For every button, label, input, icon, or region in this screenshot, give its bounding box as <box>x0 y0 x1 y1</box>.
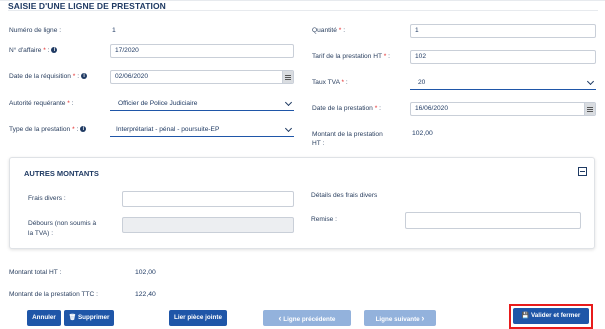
info-icon[interactable]: i <box>81 73 88 79</box>
total-ht-value: 102,00 <box>135 269 156 276</box>
tva-select[interactable]: 20 <box>410 76 596 90</box>
requisition-date-input[interactable]: 02/06/2020 <box>110 70 294 84</box>
calendar-icon[interactable] <box>584 103 595 115</box>
quantite-input[interactable]: 1 <box>410 24 596 38</box>
quantite-label: Quantité * : <box>312 27 346 34</box>
collapse-icon[interactable] <box>578 167 587 176</box>
frais-divers-input[interactable] <box>122 191 294 207</box>
tva-label: Taux TVA * : <box>312 79 348 86</box>
total-ht-label: Montant total HT : <box>9 269 62 276</box>
debours-input <box>122 217 294 233</box>
affaire-input[interactable]: 17/2020 <box>110 44 294 58</box>
title-divider <box>8 10 598 11</box>
montant-ht-value: 102,00 <box>412 130 433 137</box>
line-number-value: 1 <box>112 27 116 34</box>
autres-montants-title: Autres montants <box>24 169 99 178</box>
ligne-precedente-button[interactable]: ‹ Ligne précédente <box>263 310 351 326</box>
lier-piece-jointe-button[interactable]: Lier pièce jointe <box>169 310 227 326</box>
autorite-label: Autorité requérante * : <box>9 100 74 107</box>
highlight-frame <box>509 304 593 329</box>
remise-label: Remise : <box>311 216 338 223</box>
line-number-label: Numéro de ligne : <box>9 27 62 34</box>
montant-ht-label: Montant de la prestation HT : <box>312 131 383 147</box>
debours-label: Débours (non soumis à la TVA) : <box>28 220 97 237</box>
date-prestation-label: Date de la prestation * : <box>312 105 381 112</box>
chevron-down-icon <box>284 98 293 107</box>
type-prestation-label: Type de la prestation * :i <box>9 126 87 133</box>
calendar-icon[interactable] <box>282 71 293 83</box>
details-frais-label: Détails des frais divers <box>311 192 378 199</box>
type-prestation-select[interactable]: Interprétariat - pénal - poursuite-EP <box>110 123 294 137</box>
remise-input[interactable] <box>405 212 581 229</box>
chevron-down-icon <box>586 77 595 86</box>
chevron-down-icon <box>284 124 293 133</box>
chevron-left-icon: ‹ <box>278 313 282 323</box>
affaire-label: N° d'affaire * :i <box>9 47 58 54</box>
total-ttc-value: 122,40 <box>135 291 156 298</box>
ligne-suivante-button[interactable]: Ligne suivante › <box>364 310 436 326</box>
info-icon[interactable]: i <box>80 126 87 132</box>
date-prestation-input[interactable]: 16/06/2020 <box>410 102 596 116</box>
supprimer-button[interactable]: 🗑 Supprimer <box>64 310 114 326</box>
total-ttc-label: Montant de la prestation TTC : <box>9 291 98 298</box>
trash-icon: 🗑 <box>68 315 77 321</box>
autorite-select[interactable]: Officier de Police Judiciaire <box>110 97 294 111</box>
tarif-label: Tarif de la prestation HT * : <box>312 53 390 60</box>
tarif-input[interactable]: 102 <box>410 50 596 64</box>
annuler-button[interactable]: Annuler <box>27 310 61 326</box>
chevron-right-icon: › <box>421 313 425 323</box>
info-icon[interactable]: i <box>51 47 58 53</box>
requisition-label: Date de la réquisition * :i <box>9 73 88 80</box>
frais-divers-label: Frais divers : <box>28 195 66 202</box>
